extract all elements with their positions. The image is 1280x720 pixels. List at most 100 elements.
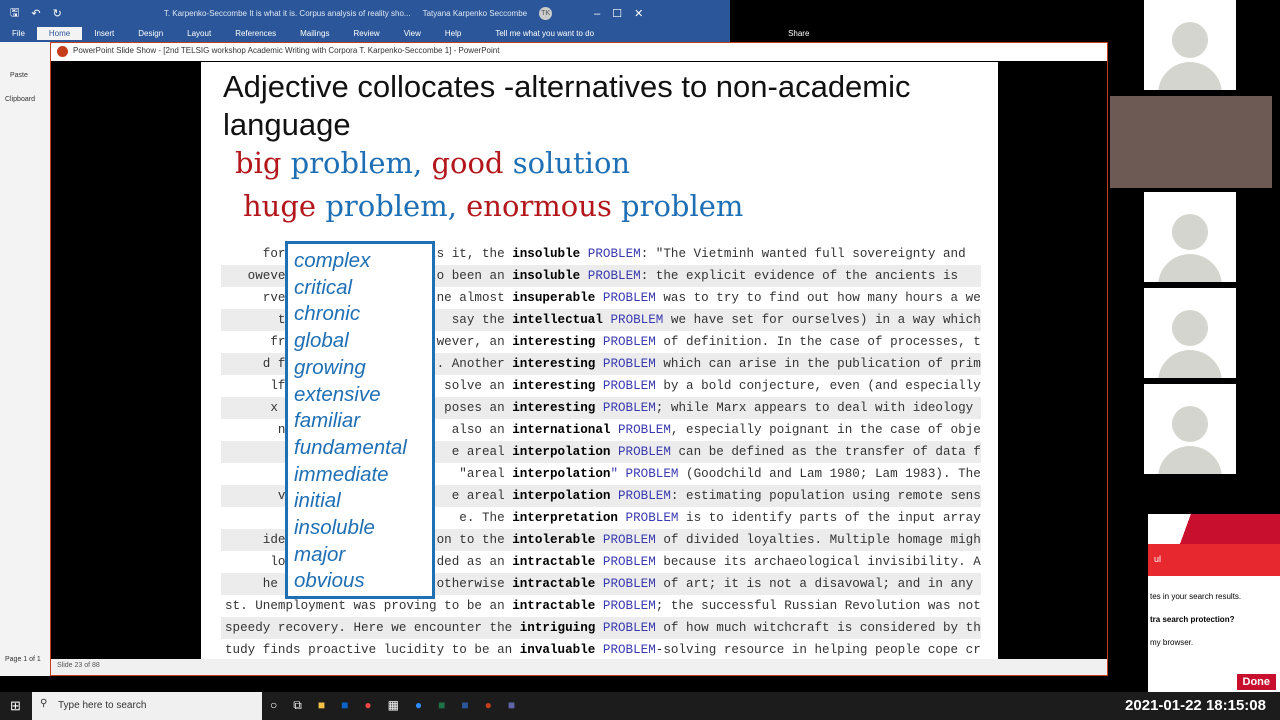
ribbon-tab-review[interactable]: Review <box>341 27 391 40</box>
right-context: because its archaeological invisibility.… <box>655 555 981 569</box>
slide: Adjective collocates -alternatives to no… <box>201 62 998 660</box>
close-button[interactable]: ✕ <box>634 7 643 20</box>
right-context: which can arise in the publication of pr… <box>655 357 981 371</box>
right-context: -solving resource in helping people cope… <box>655 643 981 657</box>
concordance-line: speedy recovery. Here we encounter the i… <box>221 617 981 639</box>
node-word: PROBLEM <box>580 269 641 283</box>
outlook-icon[interactable]: ■ <box>341 698 348 713</box>
browser-protection-popup: ul tes in your search results. tra searc… <box>1148 514 1280 692</box>
taskbar-search[interactable]: ⚲ Type here to search <box>32 692 262 720</box>
participant-video[interactable] <box>1110 96 1272 188</box>
collocate: interesting <box>512 357 596 371</box>
ribbon-tab-help[interactable]: Help <box>433 27 473 40</box>
example-phrase: big <box>235 146 291 180</box>
collocate-item: fundamental <box>294 435 407 459</box>
example-phrase: huge <box>243 189 326 223</box>
right-context: of art; it is not a disavowal; and in an… <box>655 577 974 591</box>
clock[interactable]: 2021-01-22 18:15:08 <box>1125 697 1266 714</box>
node-word: PROBLEM <box>602 313 664 327</box>
ribbon-tab-mailings[interactable]: Mailings <box>288 27 341 40</box>
word-icon[interactable]: ■ <box>461 698 468 713</box>
calculator-icon[interactable]: ▦ <box>388 698 399 713</box>
avatar[interactable]: TK <box>539 7 553 20</box>
collocate: intolerable <box>512 533 596 547</box>
collocate: interpolation <box>512 467 611 481</box>
tell-me-search[interactable]: Tell me what you want to do <box>483 27 606 40</box>
cortana-icon[interactable]: ○ <box>270 698 277 713</box>
start-button[interactable]: ⊞ <box>10 698 21 714</box>
right-context: ; the successful Russian Revolution was … <box>655 599 981 613</box>
word-ribbon-clipboard: Paste Clipboard Page 1 of 1 <box>0 42 50 676</box>
powerpoint-icon[interactable]: ● <box>485 698 492 713</box>
redo-icon[interactable]: ↻ <box>53 7 62 20</box>
excel-icon[interactable]: ■ <box>438 698 445 713</box>
right-context: can be defined as the transfer of data f… <box>670 445 981 459</box>
collocate-item: extensive <box>294 382 381 406</box>
node-word: PROBLEM <box>610 445 671 459</box>
popup-heading: ul <box>1148 544 1280 576</box>
search-icon: ⚲ <box>40 698 48 709</box>
node-word: PROBLEM <box>595 599 656 613</box>
collocate-item: critical <box>294 275 353 299</box>
right-context: : the explicit evidence of the ancients … <box>640 269 959 283</box>
teams-icon[interactable]: ■ <box>508 698 515 713</box>
participant-tile[interactable] <box>1144 384 1236 474</box>
ribbon-tab-insert[interactable]: Insert <box>82 27 126 40</box>
ribbon-tab-view[interactable]: View <box>392 27 433 40</box>
word-window-titlebar: 🖫 ↶ ↻ T. Karpenko-Seccombe It is what it… <box>0 0 809 42</box>
popup-option[interactable]: my browser. <box>1148 624 1280 647</box>
example-phrase: problem, <box>325 189 467 223</box>
popup-question: tra search protection? <box>1150 615 1235 624</box>
collocate: interesting <box>512 379 596 393</box>
document-title: T. Karpenko-Seccombe It is what it is. C… <box>163 9 411 18</box>
zoom-icon[interactable]: ● <box>415 698 422 713</box>
taskbar: ⊞ ⚲ Type here to search ○ ⧉ ■ ■ ● ▦ ● ■ ■ ● ■ 2021-… <box>0 692 1280 720</box>
right-context: of how much witchcraft is considered by … <box>655 621 981 635</box>
file-explorer-icon[interactable]: ■ <box>318 698 325 713</box>
collocate: interpolation <box>512 489 611 503</box>
right-context: : estimating population using remote sen… <box>670 489 981 503</box>
left-context: st. Unemployment was proving to be an <box>225 599 513 613</box>
paste-button[interactable]: Paste <box>10 72 28 79</box>
ppt-window-title: PowerPoint Slide Show - [2nd TELSIG work… <box>73 46 500 55</box>
collocate-item: major <box>294 542 346 566</box>
share-button[interactable]: Share <box>776 27 821 40</box>
undo-icon[interactable]: ↶ <box>31 7 40 20</box>
collocate: intractable <box>512 577 596 591</box>
collocate-item: chronic <box>294 302 361 326</box>
ribbon-tab-file[interactable]: File <box>0 27 37 40</box>
concordance-line: tudy finds proactive lucidity to be an i… <box>221 639 981 660</box>
collocate: intractable <box>512 555 596 569</box>
clipboard-label: Clipboard <box>5 96 35 103</box>
ribbon-tab-layout[interactable]: Layout <box>175 27 223 40</box>
chrome-icon[interactable]: ● <box>364 698 371 713</box>
node-word: PROBLEM <box>595 577 656 591</box>
example-phrase: good <box>431 146 513 180</box>
node-word: " PROBLEM <box>610 467 679 481</box>
maximize-button[interactable]: ☐ <box>612 7 622 20</box>
collocate-item: global <box>294 329 349 353</box>
right-context: of definition. In the case of processes,… <box>655 335 981 349</box>
done-button[interactable]: Done <box>1236 674 1276 690</box>
node-word: PROBLEM <box>595 401 656 415</box>
powerpoint-icon <box>57 46 68 57</box>
node-word: PROBLEM <box>595 555 656 569</box>
ribbon-tab-references[interactable]: References <box>223 27 288 40</box>
collocate: interesting <box>512 335 596 349</box>
node-word: PROBLEM <box>610 423 671 437</box>
collocate: insoluble <box>512 247 581 261</box>
example-phrase: enormous <box>466 189 622 223</box>
ribbon-tab-home[interactable]: Home <box>36 27 83 40</box>
minimize-button[interactable]: – <box>594 8 600 20</box>
slide-counter: Slide 23 of 88 <box>57 662 100 669</box>
task-view-icon[interactable]: ⧉ <box>293 698 302 713</box>
participant-tile[interactable] <box>1144 192 1236 282</box>
collocate-item: initial <box>294 489 341 513</box>
node-word: PROBLEM <box>595 379 656 393</box>
ribbon-tab-design[interactable]: Design <box>126 27 175 40</box>
participant-tile[interactable] <box>1144 0 1236 90</box>
user-name[interactable]: Tatyana Karpenko Seccombe <box>423 9 528 18</box>
participant-tile[interactable] <box>1144 288 1236 378</box>
save-icon[interactable]: 🖫 <box>10 4 19 23</box>
right-context: of divided loyalties. Multiple homage mi… <box>655 533 981 547</box>
